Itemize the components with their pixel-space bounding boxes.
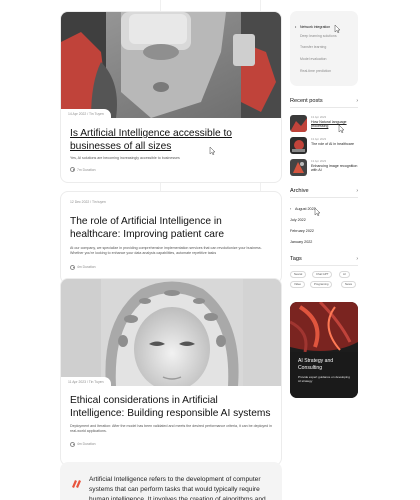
recent-post-title[interactable]: The role of AI in healthcare	[311, 142, 358, 146]
article-card[interactable]: 11 Apr 2023 / Tin Tuyen Ethical consider…	[60, 278, 282, 466]
category-item[interactable]: Real-time prediction	[300, 69, 331, 73]
tag-chip[interactable]: AI	[339, 271, 350, 278]
archive-item[interactable]: July 2022	[290, 218, 306, 222]
promo-card[interactable]: AI Strategy and Consulting Provide exper…	[290, 302, 358, 398]
archive-item[interactable]: February 2022	[290, 229, 314, 233]
recent-post-thumbnail[interactable]	[290, 137, 307, 154]
mouse-cursor-icon	[314, 208, 321, 216]
tags-heading: Tags ›	[290, 256, 358, 262]
clock-icon	[70, 441, 75, 447]
chevron-right-icon[interactable]: ›	[356, 98, 358, 104]
article-card[interactable]: 12 Dec 2022 / Tin tuyen The role of Arti…	[60, 191, 282, 284]
archive-item[interactable]: August 2023	[290, 207, 316, 212]
tag-chip[interactable]: Video	[290, 281, 306, 288]
category-item[interactable]: Transfer learning	[300, 45, 326, 49]
chevron-right-icon[interactable]: ›	[356, 188, 358, 194]
promo-background-image	[290, 302, 358, 398]
read-time: 7m Duration	[70, 167, 272, 173]
mouse-cursor-icon	[334, 25, 341, 33]
tag-chip[interactable]: Neural	[290, 271, 307, 278]
ai-info-block: Artificial Intelligence refers to the de…	[60, 462, 282, 500]
article-meta: 14 Apr 2022 / Tin Tuyen	[61, 109, 111, 119]
recent-post-item[interactable]: 13 Apr 2023 How Natural language process…	[290, 115, 358, 133]
recent-post-item[interactable]: 13 Apr 2023 The role of AI in healthcare	[290, 137, 358, 155]
article-image-mask-face[interactable]	[61, 279, 281, 386]
article-excerpt: Yes, AI solutions are becoming increasin…	[70, 156, 180, 160]
category-item[interactable]: Model evaluation	[300, 57, 326, 61]
chevron-right-icon[interactable]: ›	[356, 256, 358, 262]
article-excerpt: Deployment and Iteration: After the mode…	[70, 424, 272, 434]
mouse-cursor-icon	[338, 125, 345, 133]
divider	[290, 107, 358, 108]
category-item[interactable]: Network integration	[295, 25, 330, 29]
category-item[interactable]: Deep learning solutions	[300, 34, 337, 38]
tag-chip[interactable]: Chat GPT	[312, 271, 333, 278]
recent-post-date: 13 Apr 2023	[311, 137, 327, 141]
article-meta: 11 Apr 2023 / Tin Tuyen	[61, 377, 111, 387]
promo-title: AI Strategy and Consulting	[298, 358, 334, 371]
recent-post-date: 13 Apr 2023	[311, 115, 327, 119]
article-excerpt: At our company, we specialize in providi…	[70, 246, 262, 256]
recent-post-thumbnail[interactable]	[290, 159, 307, 176]
archive-heading: Archive ›	[290, 188, 358, 194]
recent-post-title[interactable]: How Natural language processing	[311, 120, 358, 129]
mouse-cursor-icon	[209, 147, 216, 155]
clock-icon	[70, 264, 75, 270]
info-text: Artificial Intelligence refers to the de…	[89, 476, 266, 500]
recent-post-item[interactable]: 13 Apr 2023 Enhancing image recognition …	[290, 159, 358, 177]
article-title[interactable]: Is Artificial Intelligence accessible to…	[70, 128, 272, 153]
article-meta: 12 Dec 2022 / Tin tuyen	[70, 200, 106, 204]
clock-icon	[70, 167, 75, 173]
recent-post-title[interactable]: Enhancing image recognition with AI	[311, 164, 358, 173]
category-list: Network integration Deep learning soluti…	[290, 11, 358, 86]
recent-post-date: 13 Apr 2023	[311, 159, 327, 163]
tag-chip[interactable]: News	[341, 281, 356, 288]
divider	[290, 265, 358, 266]
tag-chip[interactable]: Programing	[310, 281, 333, 288]
promo-description: Provide expert guidance on developing AI…	[298, 375, 350, 383]
brand-logo-icon	[72, 480, 81, 488]
recent-posts-heading: Recent posts ›	[290, 98, 358, 104]
divider	[290, 197, 358, 198]
article-card[interactable]: 14 Apr 2022 / Tin Tuyen Is Artificial In…	[60, 11, 282, 183]
archive-item[interactable]: January 2022	[290, 240, 312, 244]
read-time: 4m Duration	[70, 441, 272, 447]
recent-post-thumbnail[interactable]	[290, 115, 307, 132]
article-image-vr-headset[interactable]	[61, 12, 281, 118]
article-title[interactable]: Ethical considerations in Artificial Int…	[70, 395, 272, 420]
article-title[interactable]: The role of Artificial Intelligence in h…	[70, 216, 272, 241]
read-time: 4m Duration	[70, 264, 272, 270]
